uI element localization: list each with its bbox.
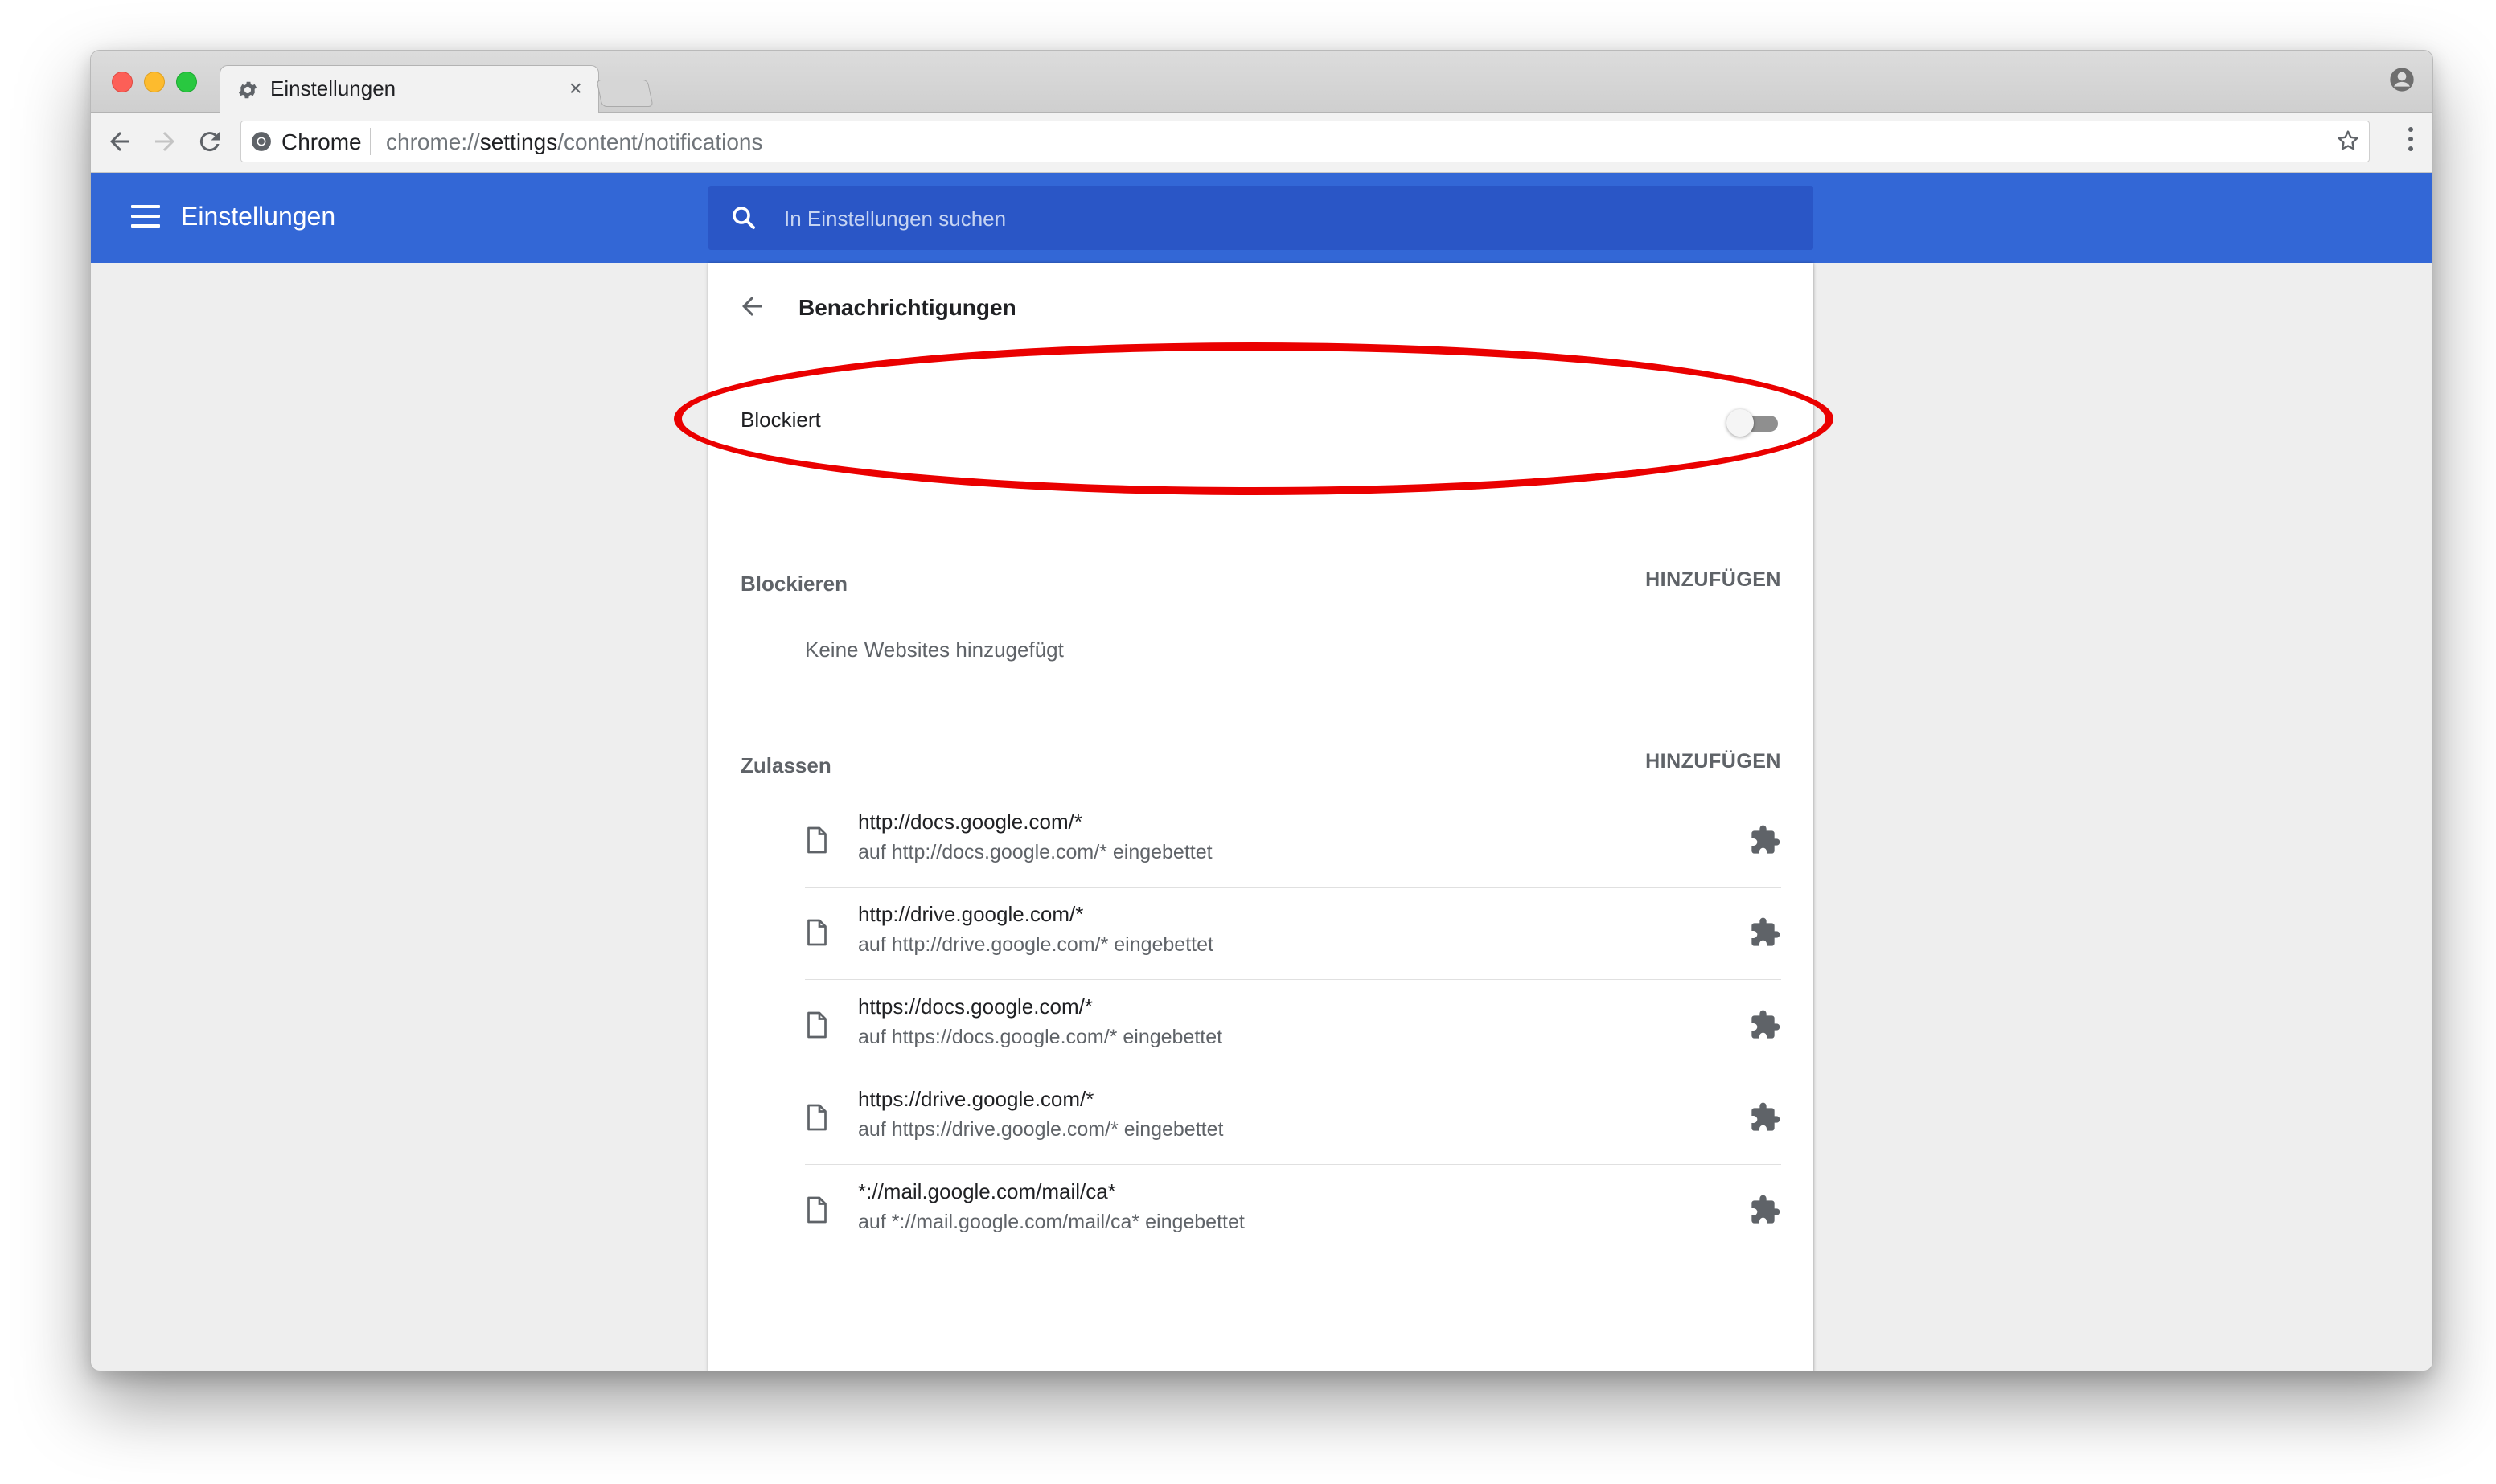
- tab-settings[interactable]: Einstellungen ×: [220, 65, 599, 113]
- tab-title: Einstellungen: [270, 76, 396, 100]
- browser-window: Einstellungen × Chrome chrome://settings…: [90, 50, 2433, 1371]
- site-url: http://docs.google.com/*: [858, 810, 1082, 834]
- bookmark-star-icon[interactable]: [2335, 128, 2361, 154]
- site-url: *://mail.google.com/mail/ca*: [858, 1179, 1116, 1203]
- site-text: http://drive.google.com/* auf http://dri…: [858, 899, 1213, 960]
- site-embedded-text: auf http://drive.google.com/* eingebette…: [858, 933, 1213, 956]
- settings-header: Einstellungen: [91, 173, 2432, 263]
- puzzle-icon[interactable]: [1749, 1194, 1781, 1226]
- chrome-icon: [252, 132, 271, 151]
- subpage-header: Benachrichtigungen: [708, 263, 1813, 351]
- empty-block-message: Keine Websites hinzugefügt: [805, 637, 1064, 662]
- browser-toolbar: Chrome chrome://settings/content/notific…: [91, 113, 2432, 173]
- block-section-header: Blockieren HINZUFÜGEN: [708, 560, 1813, 609]
- omnibox-divider: [370, 128, 371, 155]
- site-text: https://docs.google.com/* auf https://do…: [858, 991, 1222, 1052]
- new-tab-button[interactable]: [596, 80, 654, 107]
- site-row[interactable]: https://drive.google.com/* auf https://d…: [805, 1072, 1781, 1165]
- back-icon[interactable]: [105, 127, 134, 156]
- settings-card: Benachrichtigungen Blockiert Blockieren …: [708, 263, 1813, 1371]
- url-prefix: chrome://: [386, 129, 480, 154]
- zoom-window-button[interactable]: [176, 72, 197, 92]
- settings-search: [708, 186, 1813, 250]
- site-text: https://drive.google.com/* auf https://d…: [858, 1084, 1223, 1145]
- secure-chip-label: Chrome: [281, 129, 362, 154]
- site-embedded-text: auf https://docs.google.com/* eingebette…: [858, 1026, 1223, 1048]
- site-text: http://docs.google.com/* auf http://docs…: [858, 806, 1213, 867]
- toggle-knob: [1726, 409, 1754, 437]
- search-icon: [733, 207, 755, 229]
- site-url: http://drive.google.com/*: [858, 902, 1084, 926]
- file-icon: [807, 826, 827, 854]
- site-text: *://mail.google.com/mail/ca* auf *://mai…: [858, 1176, 1245, 1237]
- puzzle-icon[interactable]: [1749, 1101, 1781, 1133]
- file-icon: [807, 1196, 827, 1224]
- allowed-site-list: http://docs.google.com/* auf http://docs…: [805, 795, 1781, 1256]
- menu-icon[interactable]: [131, 205, 160, 229]
- reload-icon[interactable]: [195, 127, 224, 156]
- page-title: Benachrichtigungen: [798, 295, 1016, 320]
- site-embedded-text: auf http://docs.google.com/* eingebettet: [858, 841, 1213, 863]
- forward-icon[interactable]: [150, 127, 179, 156]
- puzzle-icon[interactable]: [1749, 824, 1781, 856]
- search-input[interactable]: [782, 197, 1783, 240]
- back-arrow-icon[interactable]: [737, 292, 766, 321]
- site-embedded-text: auf *://mail.google.com/mail/ca* eingebe…: [858, 1211, 1245, 1233]
- blocked-toggle[interactable]: [1726, 409, 1778, 437]
- url-host: settings: [479, 129, 558, 154]
- site-row[interactable]: http://drive.google.com/* auf http://dri…: [805, 888, 1781, 980]
- close-window-button[interactable]: [112, 72, 133, 92]
- toggle-label: Blockiert: [741, 408, 821, 432]
- site-embedded-text: auf https://drive.google.com/* eingebett…: [858, 1118, 1224, 1141]
- header-title: Einstellungen: [181, 202, 336, 231]
- file-icon: [807, 1104, 827, 1131]
- site-row[interactable]: https://docs.google.com/* auf https://do…: [805, 980, 1781, 1072]
- site-url: https://drive.google.com/*: [858, 1087, 1094, 1111]
- site-url: https://docs.google.com/*: [858, 994, 1093, 1019]
- browser-menu-icon[interactable]: [2407, 127, 2415, 156]
- minimize-window-button[interactable]: [144, 72, 165, 92]
- blocked-toggle-row[interactable]: Blockiert: [708, 375, 1813, 464]
- allow-section-label: Zulassen: [741, 753, 831, 777]
- tab-close-button[interactable]: ×: [569, 76, 582, 101]
- url-path: /content/notifications: [557, 129, 763, 154]
- url-text[interactable]: chrome://settings/content/notifications: [386, 129, 762, 155]
- add-block-button[interactable]: HINZUFÜGEN: [1645, 565, 1781, 595]
- gear-icon: [238, 81, 257, 99]
- allow-section-header: Zulassen HINZUFÜGEN: [708, 742, 1813, 790]
- site-row[interactable]: *://mail.google.com/mail/ca* auf *://mai…: [805, 1165, 1781, 1256]
- address-bar[interactable]: Chrome chrome://settings/content/notific…: [240, 121, 2370, 162]
- file-icon: [807, 1011, 827, 1039]
- profile-icon[interactable]: [2389, 67, 2415, 92]
- puzzle-icon[interactable]: [1749, 1009, 1781, 1041]
- puzzle-icon[interactable]: [1749, 916, 1781, 949]
- add-allow-button[interactable]: HINZUFÜGEN: [1645, 747, 1781, 777]
- tab-strip: Einstellungen ×: [91, 51, 2432, 113]
- block-section-label: Blockieren: [741, 572, 848, 596]
- file-icon: [807, 919, 827, 946]
- site-row[interactable]: http://docs.google.com/* auf http://docs…: [805, 795, 1781, 888]
